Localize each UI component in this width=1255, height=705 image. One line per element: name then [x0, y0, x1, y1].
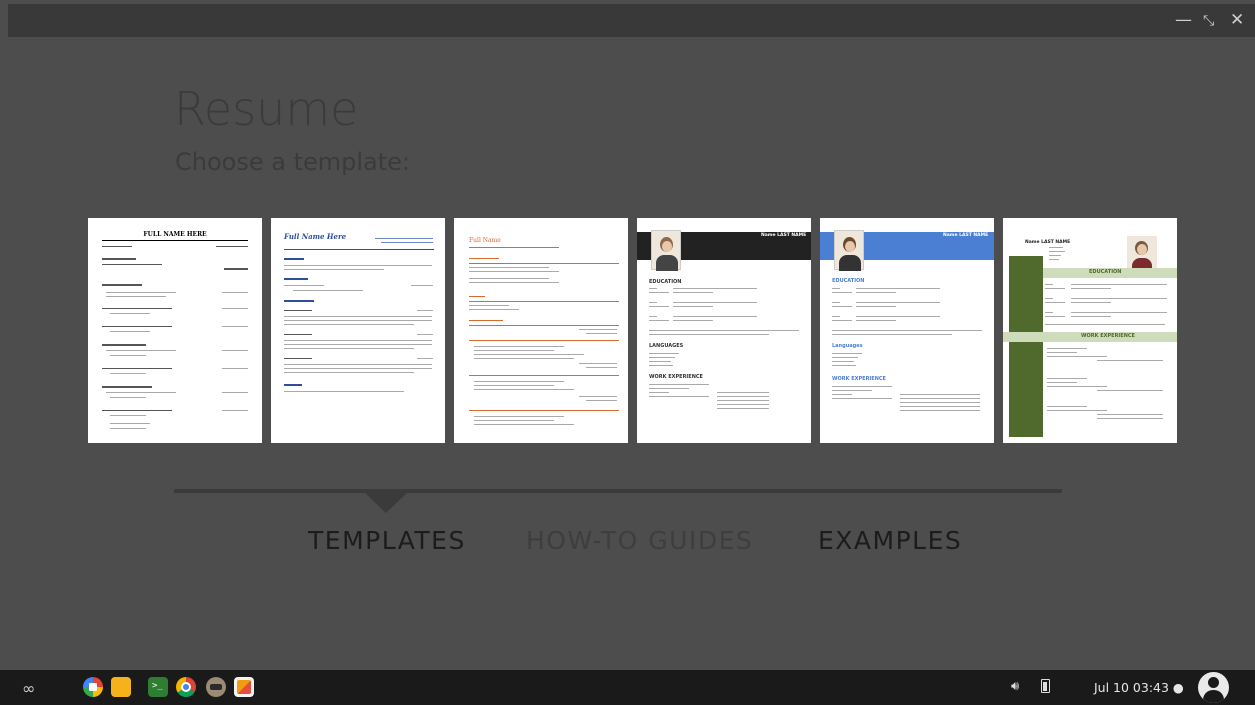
template-heading: Full Name	[469, 237, 501, 244]
template-card-simple[interactable]: FULL NAME HERE	[88, 218, 262, 443]
template-heading: Name LAST NAME	[1025, 240, 1071, 245]
section-heading: EDUCATION	[649, 279, 682, 285]
template-heading: FULL NAME HERE	[143, 231, 207, 238]
section-heading: EDUCATION	[1089, 269, 1122, 275]
section-heading: Languages	[832, 343, 863, 349]
tab-how-to-guides[interactable]: HOW-TO GUIDES	[526, 526, 753, 555]
section-heading: WORK EXPERIENCE	[832, 376, 886, 382]
template-card-photo-dark[interactable]: Name LAST NAME EDUCATION LANGUAGES WORK …	[637, 218, 811, 443]
section-heading: EDUCATION	[832, 278, 865, 284]
battery-icon[interactable]	[1041, 679, 1050, 697]
template-card-orange-rule[interactable]: Full Name	[454, 218, 628, 443]
template-heading: Full Name Here	[284, 232, 347, 241]
files-icon[interactable]	[111, 677, 131, 697]
minimize-icon[interactable]: —	[1175, 12, 1192, 29]
template-card-green-sidebar[interactable]: Name LAST NAME EDUCATION WORK EXPERIENCE	[1003, 218, 1177, 443]
restore-icon[interactable]: ⤡	[1203, 13, 1214, 30]
section-heading: WORK EXPERIENCE	[649, 374, 703, 380]
title-bar: — ⤡ ✕	[8, 4, 1255, 37]
launcher-icon[interactable]: ∞	[22, 679, 35, 698]
sidebar-band	[1009, 256, 1043, 437]
section-heading: LANGUAGES	[649, 343, 684, 349]
page-title: Resume	[174, 82, 359, 136]
volume-icon[interactable]: 🔊︎	[1011, 679, 1019, 694]
photo-placeholder	[834, 230, 864, 271]
web-app-icon[interactable]	[206, 677, 226, 697]
close-icon[interactable]: ✕	[1230, 12, 1244, 29]
active-tab-indicator	[364, 492, 408, 513]
template-card-photo-blue[interactable]: Name LAST NAME EDUCATION Languages WORK …	[820, 218, 994, 443]
resume-app-window: — ⤡ ✕ Resume Choose a template: FULL NAM…	[0, 0, 1255, 670]
template-heading: Name LAST NAME	[761, 233, 807, 238]
user-avatar[interactable]	[1198, 672, 1229, 703]
tab-templates[interactable]: TEMPLATES	[308, 526, 466, 555]
section-heading: WORK EXPERIENCE	[1081, 333, 1135, 339]
tab-divider	[174, 489, 1062, 493]
template-card-blue-script[interactable]: Full Name Here	[271, 218, 445, 443]
page-subtitle: Choose a template:	[175, 148, 410, 176]
photo-placeholder	[651, 230, 681, 271]
chrome-icon[interactable]	[176, 677, 196, 697]
document-app-icon[interactable]	[234, 677, 254, 697]
system-shelf: ∞ >_ 🔊︎ Jul 10 03:43 ●	[0, 670, 1255, 705]
template-gallery: FULL NAME HERE Full Name Here Full Name …	[88, 218, 1178, 444]
plus-app-icon[interactable]	[83, 677, 103, 697]
terminal-icon[interactable]: >_	[148, 677, 168, 697]
template-heading: Name LAST NAME	[943, 233, 989, 238]
system-clock[interactable]: Jul 10 03:43 ●	[1094, 680, 1184, 695]
tab-examples[interactable]: EXAMPLES	[818, 526, 962, 555]
